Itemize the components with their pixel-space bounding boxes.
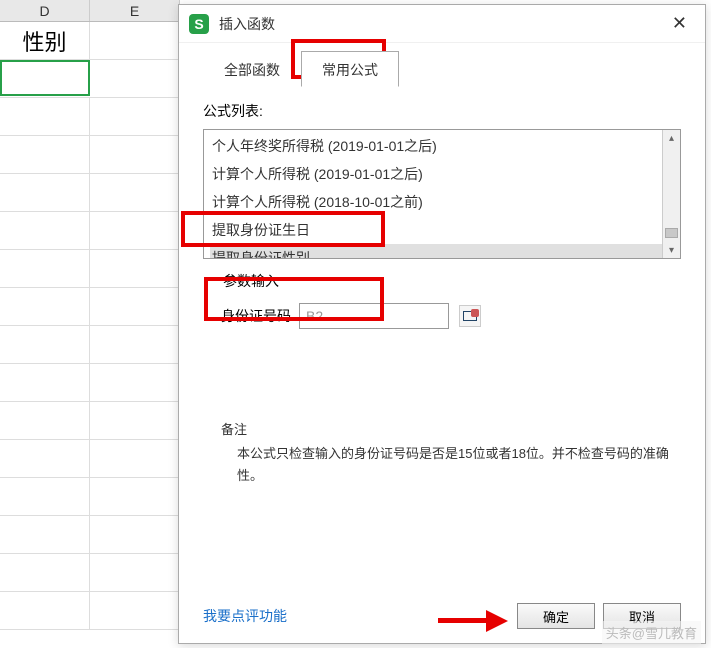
cell[interactable] [90, 554, 180, 591]
note-title: 备注 [221, 419, 675, 441]
cell[interactable] [0, 250, 90, 287]
cell[interactable] [0, 554, 90, 591]
scroll-thumb[interactable] [665, 228, 678, 238]
cell[interactable] [0, 98, 90, 135]
tab-all-functions[interactable]: 全部函数 [203, 51, 301, 87]
cell[interactable] [0, 478, 90, 515]
cell[interactable] [0, 440, 90, 477]
range-picker-button[interactable] [459, 305, 481, 327]
insert-function-dialog: S 插入函数 ✕ 全部函数 常用公式 公式列表: 个人年终奖所得税 (2019-… [178, 4, 706, 644]
app-icon: S [189, 14, 209, 34]
scrollbar[interactable]: ▴ ▾ [662, 130, 680, 258]
id-number-input[interactable] [299, 303, 449, 329]
cell-E2[interactable] [90, 60, 180, 97]
close-button[interactable]: ✕ [664, 9, 695, 38]
scroll-down-icon[interactable]: ▾ [663, 242, 680, 258]
cell[interactable] [0, 326, 90, 363]
params-group: 参数输入 身份证号码 [203, 281, 681, 369]
cell[interactable] [90, 326, 180, 363]
cell[interactable] [90, 440, 180, 477]
param-label-id: 身份证号码 [221, 306, 291, 326]
cell-D2-active[interactable] [0, 60, 90, 96]
col-header-E[interactable]: E [90, 0, 180, 21]
cell[interactable] [0, 174, 90, 211]
list-item[interactable]: 计算个人所得税 (2019-01-01之后) [210, 160, 674, 188]
cell[interactable] [90, 174, 180, 211]
cell[interactable] [90, 364, 180, 401]
cell-D1[interactable]: 性别 [0, 22, 90, 59]
tab-bar: 全部函数 常用公式 [179, 43, 705, 87]
cell[interactable] [0, 136, 90, 173]
list-item[interactable]: 提取身份证生日 [210, 216, 674, 244]
note-block: 备注 本公式只检查输入的身份证号码是否是15位或者18位。并不检查号码的准确性。 [221, 419, 675, 487]
cell[interactable] [0, 402, 90, 439]
dialog-titlebar: S 插入函数 ✕ [179, 5, 705, 43]
cell[interactable] [90, 250, 180, 287]
params-legend: 参数输入 [217, 271, 285, 291]
cell[interactable] [90, 592, 180, 629]
cell[interactable] [90, 212, 180, 249]
cell[interactable] [90, 478, 180, 515]
cell[interactable] [0, 592, 90, 629]
ok-button[interactable]: 确定 [517, 603, 595, 629]
cell-E1[interactable] [90, 22, 180, 59]
watermark: 头条@雪儿教育 [602, 621, 701, 644]
note-body: 本公式只检查输入的身份证号码是否是15位或者18位。并不检查号码的准确性。 [221, 443, 675, 487]
dialog-title: 插入函数 [219, 14, 275, 34]
cell[interactable] [90, 402, 180, 439]
col-header-row: D E [0, 0, 180, 22]
scroll-up-icon[interactable]: ▴ [663, 130, 680, 146]
list-item[interactable]: 个人年终奖所得税 (2019-01-01之后) [210, 132, 674, 160]
formula-list-label: 公式列表: [179, 87, 705, 125]
cell[interactable] [0, 212, 90, 249]
range-picker-icon [463, 311, 477, 321]
cell[interactable] [90, 288, 180, 325]
param-row-id: 身份证号码 [221, 303, 663, 329]
cell[interactable] [0, 364, 90, 401]
tab-common-formulas[interactable]: 常用公式 [301, 51, 399, 87]
cell[interactable] [90, 98, 180, 135]
cell[interactable] [0, 516, 90, 553]
list-item[interactable]: 计算个人所得税 (2018-10-01之前) [210, 188, 674, 216]
col-header-D[interactable]: D [0, 0, 90, 21]
cell[interactable] [90, 516, 180, 553]
spreadsheet: D E 性别 [0, 0, 180, 648]
feedback-link[interactable]: 我要点评功能 [203, 606, 287, 626]
formula-listbox[interactable]: 个人年终奖所得税 (2019-01-01之后) 计算个人所得税 (2019-01… [203, 129, 681, 259]
cell[interactable] [0, 288, 90, 325]
cell[interactable] [90, 136, 180, 173]
list-item-selected[interactable]: 提取身份证性别 [210, 244, 674, 259]
